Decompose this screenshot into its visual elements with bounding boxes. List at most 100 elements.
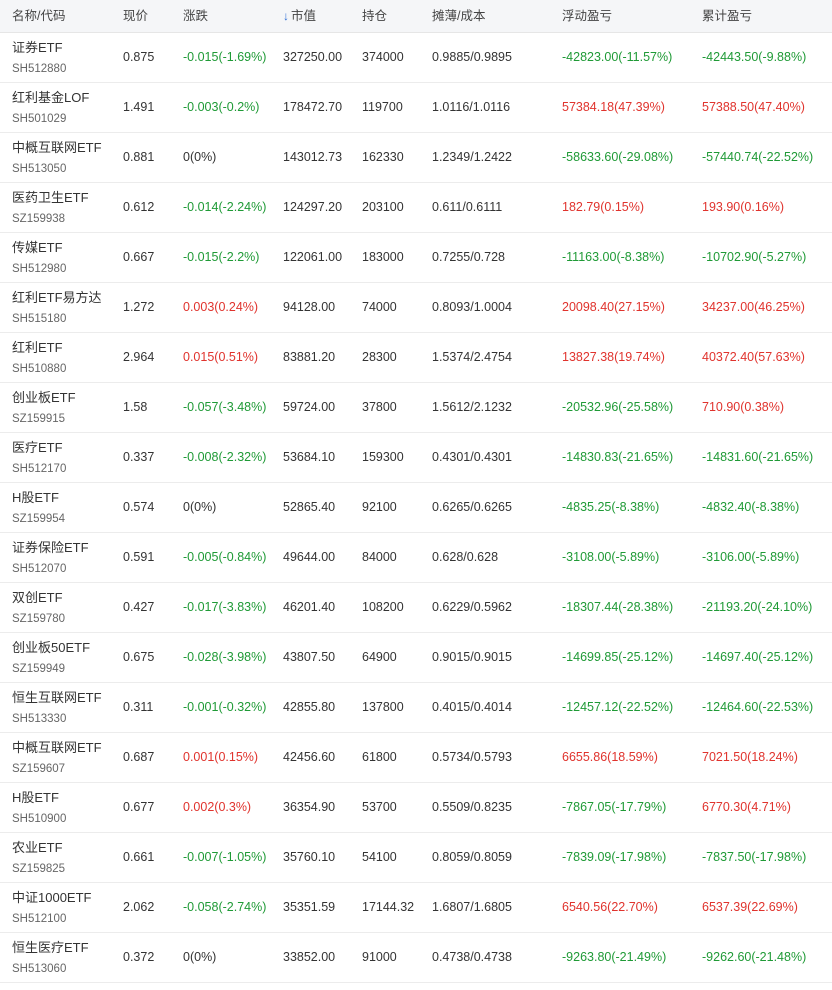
fund-code: SH512070 [12,563,67,575]
floating-pnl-cell: -9263.80(-21.49%) [562,950,667,964]
header-market-value[interactable]: ↓ 市值 [283,0,316,32]
fund-name[interactable]: 传媒ETF [12,239,66,257]
fund-name[interactable]: 证券保险ETF [12,539,89,557]
table-row[interactable]: 中证1000ETF SH512100 2.062 -0.058(-2.74%) 3535… [0,883,832,933]
accumulated-pnl-cell: 57388.50(47.40%) [702,100,805,114]
table-row[interactable]: H股ETF SH510900 0.677 0.002(0.3%) 36354.90 537… [0,783,832,833]
change-cell: 0.003(0.24%) [183,300,259,314]
header-market-value-label: 市值 [291,9,317,23]
position-cell: 17144.32 [362,900,415,914]
name-code-cell[interactable]: 中概互联网ETF SH513050 [12,139,102,179]
change-cell: 0.015(0.51%) [183,350,259,364]
header-accumulated-pnl[interactable]: 累计盈亏 [702,0,752,32]
fund-name[interactable]: 证券ETF [12,39,66,57]
price-cell: 0.337 [123,450,155,464]
table-row[interactable]: 红利基金LOF SH501029 1.491 -0.003(-0.2%) 178472.… [0,83,832,133]
price-cell: 0.372 [123,950,155,964]
name-code-cell[interactable]: 红利ETF SH510880 [12,339,66,379]
header-name-code[interactable]: 名称/代码 [12,0,65,32]
header-position[interactable]: 持仓 [362,0,387,32]
fund-code: SZ159954 [12,513,66,525]
table-row[interactable]: 中概互联网ETF SZ159607 0.687 0.001(0.15%) 42456.6… [0,733,832,783]
table-row[interactable]: 创业板ETF SZ159915 1.58 -0.057(-3.48%) 59724.00… [0,383,832,433]
table-row[interactable]: 恒生医疗ETF SH513060 0.372 0(0%) 33852.00 91000 0.… [0,933,832,983]
position-cell: 108200 [362,600,404,614]
fund-name[interactable]: 创业板ETF [12,389,76,407]
fund-code: SH515180 [12,313,67,325]
fund-name[interactable]: 医疗ETF [12,439,66,457]
position-cell: 74000 [362,300,397,314]
fund-name[interactable]: 中概互联网ETF [12,139,102,157]
fund-name[interactable]: 双创ETF [12,589,65,607]
accumulated-pnl-cell: 710.90(0.38%) [702,400,785,414]
price-cell: 0.591 [123,550,155,564]
position-cell: 28300 [362,350,397,364]
name-code-cell[interactable]: 恒生医疗ETF SH513060 [12,939,89,979]
header-change[interactable]: 涨跌 [183,0,208,32]
change-cell: -0.001(-0.32%) [183,700,267,714]
name-code-cell[interactable]: 红利基金LOF SH501029 [12,89,89,129]
name-code-cell[interactable]: 证券保险ETF SH512070 [12,539,89,579]
fund-name[interactable]: H股ETF [12,789,66,807]
price-cell: 0.574 [123,500,155,514]
name-code-cell[interactable]: 农业ETF SZ159825 [12,839,65,879]
change-cell: -0.007(-1.05%) [183,850,267,864]
floating-pnl-cell: 13827.38(19.74%) [562,350,665,364]
header-price[interactable]: 现价 [123,0,148,32]
fund-name[interactable]: 中证1000ETF [12,889,91,907]
table-row[interactable]: H股ETF SZ159954 0.574 0(0%) 52865.40 92100 0.62… [0,483,832,533]
name-code-cell[interactable]: 创业板ETF SZ159915 [12,389,76,429]
table-row[interactable]: 医疗ETF SH512170 0.337 -0.008(-2.32%) 53684.10… [0,433,832,483]
table-row[interactable]: 创业板50ETF SZ159949 0.675 -0.028(-3.98%) 43807… [0,633,832,683]
name-code-cell[interactable]: 恒生互联网ETF SH513330 [12,689,102,729]
name-code-cell[interactable]: 创业板50ETF SZ159949 [12,639,90,679]
fund-code: SZ159938 [12,213,66,225]
name-code-cell[interactable]: 证券ETF SH512880 [12,39,66,79]
fund-name[interactable]: 红利ETF易方达 [12,289,102,307]
price-cell: 1.58 [123,400,148,414]
position-cell: 374000 [362,50,404,64]
fund-name[interactable]: H股ETF [12,489,65,507]
table-row[interactable]: 双创ETF SZ159780 0.427 -0.017(-3.83%) 46201.40… [0,583,832,633]
change-cell: -0.015(-2.2%) [183,250,260,264]
name-code-cell[interactable]: 医疗ETF SH512170 [12,439,66,479]
table-row[interactable]: 证券ETF SH512880 0.875 -0.015(-1.69%) 327250.0… [0,33,832,83]
market-value-cell: 49644.00 [283,550,336,564]
fund-name[interactable]: 红利ETF [12,339,66,357]
change-cell: -0.015(-1.69%) [183,50,267,64]
cost-cell: 0.9885/0.9895 [432,50,512,64]
table-row[interactable]: 红利ETF SH510880 2.964 0.015(0.51%) 83881.20 28… [0,333,832,383]
change-cell: -0.014(-2.24%) [183,200,267,214]
fund-name[interactable]: 医药卫生ETF [12,189,89,207]
table-row[interactable]: 农业ETF SZ159825 0.661 -0.007(-1.05%) 35760.10… [0,833,832,883]
name-code-cell[interactable]: 传媒ETF SH512980 [12,239,66,279]
fund-name[interactable]: 恒生医疗ETF [12,939,89,957]
name-code-cell[interactable]: 中概互联网ETF SZ159607 [12,739,102,779]
table-row[interactable]: 中概互联网ETF SH513050 0.881 0(0%) 143012.73 16233… [0,133,832,183]
floating-pnl-cell: -12457.12(-22.52%) [562,700,674,714]
header-floating-pnl[interactable]: 浮动盈亏 [562,0,612,32]
table-row[interactable]: 恒生互联网ETF SH513330 0.311 -0.001(-0.32%) 42855… [0,683,832,733]
fund-name[interactable]: 中概互联网ETF [12,739,102,757]
table-row[interactable]: 传媒ETF SH512980 0.667 -0.015(-2.2%) 122061.00… [0,233,832,283]
position-cell: 159300 [362,450,404,464]
table-row[interactable]: 证券保险ETF SH512070 0.591 -0.005(-0.84%) 49644.… [0,533,832,583]
cost-cell: 0.4738/0.4738 [432,950,512,964]
name-code-cell[interactable]: 医药卫生ETF SZ159938 [12,189,89,229]
name-code-cell[interactable]: 双创ETF SZ159780 [12,589,65,629]
market-value-cell: 178472.70 [283,100,343,114]
market-value-cell: 42855.80 [283,700,336,714]
name-code-cell[interactable]: 中证1000ETF SH512100 [12,889,91,929]
fund-name[interactable]: 农业ETF [12,839,65,857]
name-code-cell[interactable]: H股ETF SZ159954 [12,489,65,529]
floating-pnl-cell: -4835.25(-8.38%) [562,500,660,514]
table-row[interactable]: 医药卫生ETF SZ159938 0.612 -0.014(-2.24%) 124297… [0,183,832,233]
market-value-cell: 143012.73 [283,150,343,164]
table-row[interactable]: 红利ETF易方达 SH515180 1.272 0.003(0.24%) 94128.0… [0,283,832,333]
fund-name[interactable]: 红利基金LOF [12,89,89,107]
name-code-cell[interactable]: 红利ETF易方达 SH515180 [12,289,102,329]
header-cost[interactable]: 摊薄/成本 [432,0,485,32]
name-code-cell[interactable]: H股ETF SH510900 [12,789,66,829]
fund-name[interactable]: 创业板50ETF [12,639,90,657]
fund-name[interactable]: 恒生互联网ETF [12,689,102,707]
